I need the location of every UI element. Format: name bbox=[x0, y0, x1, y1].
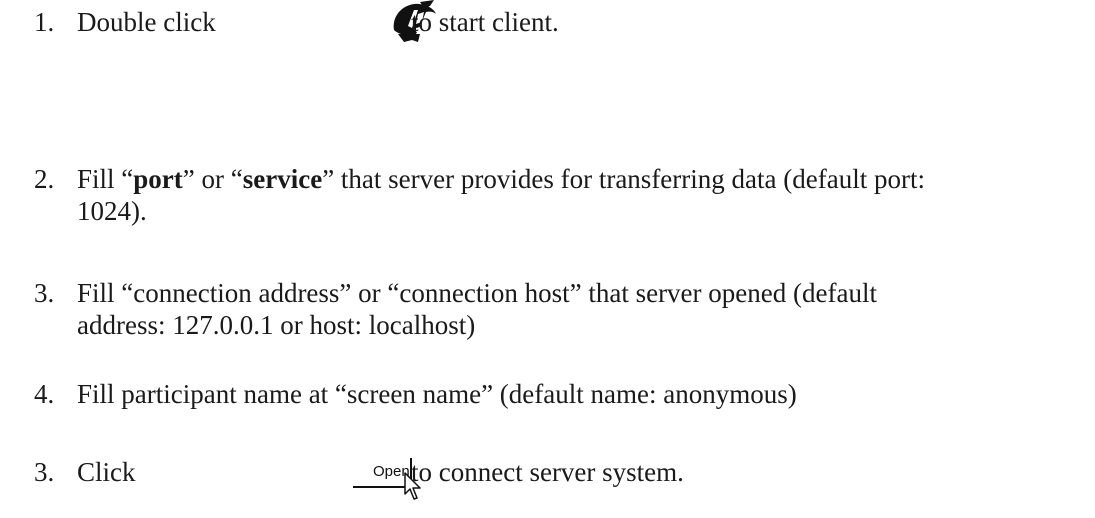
step-number: 3. bbox=[34, 457, 55, 487]
step-number: 1. bbox=[34, 7, 55, 37]
step-text-before: Double click bbox=[77, 7, 216, 37]
step-body: Fill participant name at “screen name” (… bbox=[77, 378, 1075, 410]
step-number: 4. bbox=[34, 379, 55, 409]
step-number: 2. bbox=[34, 164, 55, 194]
step-line-1: Fill participant name at “screen name” (… bbox=[77, 379, 797, 409]
text-segment: ” or “ bbox=[182, 164, 243, 194]
step-body: Fill “port” or “service” that server pro… bbox=[77, 163, 1075, 227]
instruction-document: 1. Double click to start client. 2. Fill… bbox=[0, 0, 1095, 518]
port-term: port bbox=[133, 164, 183, 194]
service-term: service bbox=[242, 164, 323, 194]
text-segment: Fill “ bbox=[77, 164, 134, 194]
step-line-1: Fill “connection address” or “connection… bbox=[77, 278, 877, 308]
step-text-after: to connect server system. bbox=[411, 457, 684, 487]
step-line-2: address: 127.0.0.1 or host: localhost) bbox=[77, 310, 476, 340]
step-text-before: Click bbox=[77, 457, 136, 487]
step-body: Fill “connection address” or “connection… bbox=[77, 277, 1075, 341]
button-underline bbox=[353, 486, 405, 488]
step-text-after: to start client. bbox=[411, 7, 559, 37]
step-line-2: 1024). bbox=[77, 196, 147, 226]
step-line-1: Fill “port” or “service” that server pro… bbox=[77, 163, 1075, 195]
step-number: 3. bbox=[34, 278, 55, 308]
text-segment: ” that server provides for transferring … bbox=[322, 164, 925, 194]
